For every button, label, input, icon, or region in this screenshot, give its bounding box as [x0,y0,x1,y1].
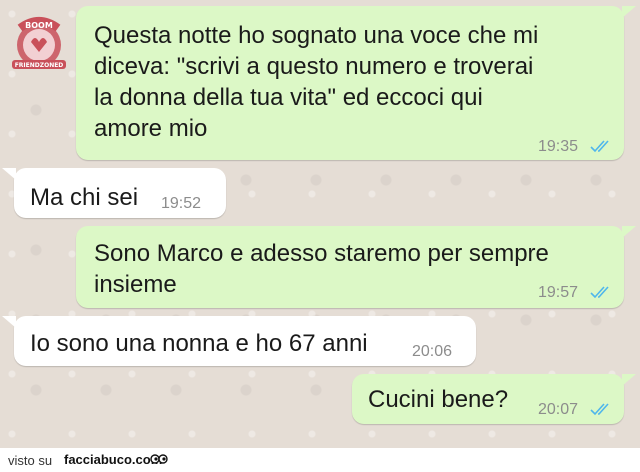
message-line: Cucini bene? [368,386,509,413]
eyes-icon [150,454,168,464]
message-line: amore mio [94,115,208,142]
message-time: 20:06 [412,343,453,360]
bubble-tail [622,6,636,18]
message-bubble-outgoing[interactable]: Questa notte ho sognato una voce che mi … [76,6,624,160]
message-line: Ma chi sei [30,184,139,211]
bubble-tail [2,316,16,328]
site-name[interactable]: facciabuco.com [64,452,162,467]
message-line: Io sono una nonna e ho 67 anni [30,330,368,357]
message-line: la donna della tua vita" ed eccoci qui [94,84,483,111]
chat-background: BOOM FRIENDZONED Questa notte ho sognato… [0,0,640,448]
message-bubble-incoming[interactable]: Io sono una nonna e ho 67 anni 20:06 [14,316,476,366]
double-check-icon [590,140,609,153]
message-time: 20:07 [538,401,579,418]
message-bubble-incoming[interactable]: Ma chi sei 19:52 [14,168,226,218]
footer-watermark: visto su facciabuco.com [0,448,640,472]
message-time: 19:35 [538,138,579,155]
bubble-tail [2,168,16,180]
message-time: 19:52 [161,195,202,212]
message-line: insieme [94,271,177,298]
double-check-icon [590,403,609,416]
message-time: 19:57 [538,284,579,301]
message-line: diceva: "scrivi a questo numero e trover… [94,53,534,80]
logo-bottom-text: FRIENDZONED [15,62,64,69]
message-text: Sono Marco e adesso staremo per sempre i… [94,238,549,300]
seen-on-label: visto su [8,453,53,468]
message-bubble-outgoing[interactable]: Sono Marco e adesso staremo per sempre i… [76,226,624,308]
message-line: Questa notte ho sognato una voce che mi [94,22,539,49]
logo-top-text: BOOM [25,21,53,30]
bubble-tail [622,226,636,238]
message-bubble-outgoing[interactable]: Cucini bene? 20:07 [352,374,624,424]
bubble-tail [622,374,636,386]
message-text: Questa notte ho sognato una voce che mi … [94,20,538,144]
double-check-icon [590,286,609,299]
boom-friendzoned-logo: BOOM FRIENDZONED [12,17,66,69]
message-line: Sono Marco e adesso staremo per sempre [94,240,549,267]
